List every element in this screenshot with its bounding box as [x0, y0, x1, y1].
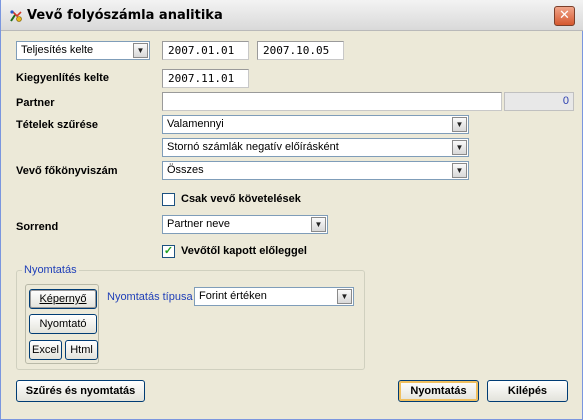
- excel-button[interactable]: Excel: [29, 340, 62, 360]
- items-filter-label: Tételek szűrése: [16, 119, 98, 131]
- only-receivables-checkbox[interactable]: [162, 193, 175, 206]
- ledger-label: Vevő főkönyviszám: [16, 165, 118, 177]
- chevron-down-icon: ▼: [452, 163, 467, 178]
- storno-select[interactable]: Stornó számlák negatív előírásként ▼: [162, 138, 469, 157]
- settlement-date-field[interactable]: 2007.11.01: [162, 69, 249, 88]
- print-type-label: Nyomtatás típusa: [107, 291, 193, 303]
- chevron-down-icon: ▼: [452, 140, 467, 155]
- title-bar[interactable]: Vevő folyószámla analitika ✕: [1, 0, 583, 31]
- partner-count: 0: [504, 92, 574, 111]
- ledger-select[interactable]: Összes ▼: [162, 161, 469, 180]
- html-button[interactable]: Html: [65, 340, 98, 360]
- chevron-down-icon: ▼: [133, 43, 148, 58]
- date-to-field[interactable]: 2007.10.05: [257, 41, 344, 60]
- app-icon: [10, 10, 22, 22]
- order-value: Partner neve: [167, 218, 230, 230]
- checkmark-icon: ✓: [163, 245, 174, 257]
- printer-button[interactable]: Nyomtató: [29, 314, 97, 334]
- only-receivables-label: Csak vevő követelések: [181, 193, 301, 205]
- print-type-value: Forint értéken: [199, 290, 267, 302]
- close-button[interactable]: ✕: [554, 6, 575, 26]
- date-from-field[interactable]: 2007.01.01: [162, 41, 249, 60]
- screen-button[interactable]: Képernyő: [29, 289, 97, 309]
- storno-value: Stornó számlák negatív előírásként: [167, 141, 339, 153]
- print-button[interactable]: Nyomtatás: [398, 380, 479, 402]
- date-type-value: Teljesítés kelte: [21, 44, 94, 56]
- items-filter-value: Valamennyi: [167, 118, 224, 130]
- window-title: Vevő folyószámla analitika: [27, 8, 223, 23]
- date-type-select[interactable]: Teljesítés kelte ▼: [16, 41, 150, 60]
- chevron-down-icon: ▼: [337, 289, 352, 304]
- advance-label: Vevőtől kapott előleggel: [181, 245, 307, 257]
- items-filter-select[interactable]: Valamennyi ▼: [162, 115, 469, 134]
- partner-input[interactable]: [162, 92, 502, 111]
- exit-button[interactable]: Kilépés: [487, 380, 568, 402]
- partner-label: Partner: [16, 97, 55, 109]
- filter-and-print-button[interactable]: Szűrés és nyomtatás: [16, 380, 145, 402]
- print-type-select[interactable]: Forint értéken ▼: [194, 287, 354, 306]
- advance-checkbox[interactable]: ✓: [162, 245, 175, 258]
- chevron-down-icon: ▼: [452, 117, 467, 132]
- close-icon: ✕: [559, 8, 570, 23]
- settlement-label: Kiegyenlítés kelte: [16, 72, 109, 84]
- dialog-window: Vevő folyószámla analitika ✕ Teljesítés …: [0, 0, 583, 420]
- print-group-legend: Nyomtatás: [22, 264, 79, 276]
- chevron-down-icon: ▼: [311, 217, 326, 232]
- ledger-value: Összes: [167, 164, 204, 176]
- order-select[interactable]: Partner neve ▼: [162, 215, 328, 234]
- order-label: Sorrend: [16, 221, 59, 233]
